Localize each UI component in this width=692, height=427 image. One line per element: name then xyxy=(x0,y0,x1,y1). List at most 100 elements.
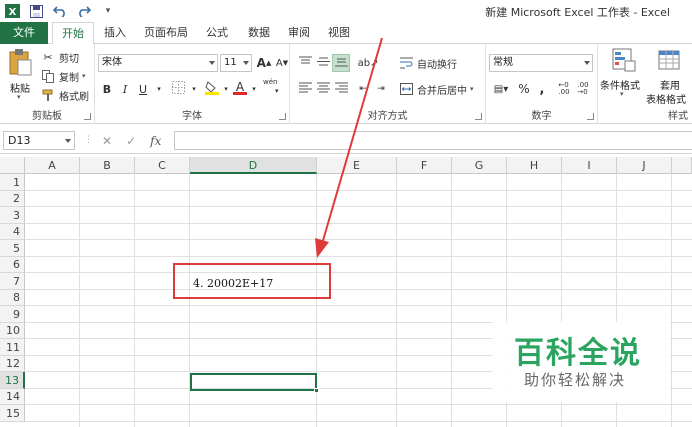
tab-formulas[interactable]: 公式 xyxy=(198,22,236,44)
underline-dropdown[interactable]: ▾ xyxy=(150,80,168,98)
row-header-3[interactable]: 3 xyxy=(0,207,25,224)
column-header-overflow xyxy=(672,157,692,174)
comma-icon: , xyxy=(539,81,545,97)
tab-file[interactable]: 文件 xyxy=(0,22,48,44)
redo-icon[interactable] xyxy=(76,3,92,19)
fill-handle[interactable] xyxy=(314,388,319,393)
alignment-launcher-icon[interactable] xyxy=(475,113,482,120)
row-header-4[interactable]: 4 xyxy=(0,224,25,240)
font-size-select[interactable]: 11 xyxy=(220,54,252,72)
increase-font-size-button[interactable]: A ▲ xyxy=(255,54,273,72)
column-header-e[interactable]: E xyxy=(317,157,397,174)
row-header-5[interactable]: 5 xyxy=(0,240,25,257)
tab-view[interactable]: 视图 xyxy=(320,22,358,44)
column-header-g[interactable]: G xyxy=(452,157,507,174)
decrease-indent-button[interactable]: ⇤ xyxy=(354,80,372,98)
copy-icon xyxy=(40,68,56,84)
tab-data[interactable]: 数据 xyxy=(240,22,278,44)
increase-decimal-button[interactable]: ←0.00 xyxy=(555,80,573,98)
row-header-14[interactable]: 14 xyxy=(0,389,25,405)
italic-button[interactable]: I xyxy=(116,80,134,98)
comma-style-button[interactable]: , xyxy=(533,80,551,98)
column-header-d[interactable]: D xyxy=(190,157,317,174)
row-header-1[interactable]: 1 xyxy=(0,174,25,191)
clipboard-launcher-icon[interactable] xyxy=(84,113,91,120)
row-header-11[interactable]: 11 xyxy=(0,339,25,356)
align-top-button[interactable] xyxy=(296,54,314,72)
cancel-icon[interactable]: ✕ xyxy=(102,134,112,148)
number-group: 常规 ▤▾ % , ←0.00 .00 →0 数字 xyxy=(486,44,598,124)
format-painter-button[interactable]: 格式刷 xyxy=(40,86,89,104)
column-header-b[interactable]: B xyxy=(80,157,135,174)
annotation-box xyxy=(173,263,331,299)
row-header-8[interactable]: 8 xyxy=(0,290,25,306)
bold-button[interactable]: B xyxy=(98,80,116,98)
save-icon[interactable] xyxy=(28,3,44,19)
column-header-a[interactable]: A xyxy=(25,157,80,174)
column-header-c[interactable]: C xyxy=(135,157,190,174)
ribbon-tabs: 文件 开始 插入 页面布局 公式 数据 审阅 视图 xyxy=(0,22,692,45)
increase-indent-icon: ⇥ xyxy=(377,84,385,94)
align-left-button[interactable] xyxy=(296,80,314,98)
tab-insert[interactable]: 插入 xyxy=(96,22,134,44)
chevron-down-icon: ▾ xyxy=(252,85,256,93)
customize-icon[interactable]: ▾ xyxy=(100,3,116,19)
conditional-formatting-button[interactable]: 条件格式 ▾ xyxy=(600,48,646,102)
scissors-icon: ✂ xyxy=(43,50,53,64)
tab-home[interactable]: 开始 xyxy=(52,22,94,45)
increase-indent-button[interactable]: ⇥ xyxy=(372,80,390,98)
tab-review[interactable]: 审阅 xyxy=(281,22,317,44)
row-header-13[interactable]: 13 xyxy=(0,372,25,389)
format-as-table-button[interactable]: 套用 表格格式 xyxy=(646,48,692,106)
selected-cell-d13[interactable] xyxy=(190,373,319,393)
align-bottom-button[interactable] xyxy=(332,54,350,72)
row-header-2[interactable]: 2 xyxy=(0,191,25,207)
merge-center-button[interactable]: 合并后居中 ▾ xyxy=(398,80,474,98)
align-center-button[interactable] xyxy=(314,80,332,98)
font-launcher-icon[interactable] xyxy=(279,113,286,120)
formula-input[interactable] xyxy=(174,131,692,150)
percent-style-button[interactable]: % xyxy=(515,80,533,98)
align-right-button[interactable] xyxy=(332,80,350,98)
insert-function-icon[interactable]: fx xyxy=(150,134,161,148)
wrap-text-button[interactable]: 自动换行 xyxy=(398,54,457,72)
accounting-format-button[interactable]: ▤▾ xyxy=(489,80,513,98)
phonetic-icon: wén xyxy=(263,78,278,86)
align-middle-button[interactable] xyxy=(314,54,332,72)
borders-dropdown[interactable]: ▾ xyxy=(185,80,203,98)
column-header-f[interactable]: F xyxy=(397,157,452,174)
merge-center-label: 合并后居中 xyxy=(417,85,467,97)
row-header-15[interactable]: 15 xyxy=(0,405,25,422)
cut-button[interactable]: ✂ 剪切 xyxy=(40,48,79,66)
paste-button[interactable]: 粘贴 ▾ xyxy=(4,48,36,101)
row-header-10[interactable]: 10 xyxy=(0,323,25,339)
column-header-i[interactable]: I xyxy=(562,157,617,174)
column-header-j[interactable]: J xyxy=(617,157,672,174)
gridline-vertical xyxy=(396,174,397,427)
conditional-formatting-icon xyxy=(612,48,636,75)
font-name-select[interactable]: 宋体 xyxy=(98,54,218,72)
phonetic-guide-button[interactable]: wén ▾ xyxy=(261,78,281,96)
paste-icon xyxy=(8,48,32,79)
orientation-button[interactable]: ab↗ xyxy=(356,54,380,72)
name-box[interactable]: D13 xyxy=(3,131,75,150)
column-header-h[interactable]: H xyxy=(507,157,562,174)
row-header-6[interactable]: 6 xyxy=(0,257,25,273)
row-header-7[interactable]: 7 xyxy=(0,273,25,290)
number-format-select[interactable]: 常规 xyxy=(489,54,593,72)
row-header-12[interactable]: 12 xyxy=(0,356,25,372)
align-left-icon xyxy=(298,82,312,96)
align-right-icon xyxy=(334,82,348,96)
undo-icon[interactable] xyxy=(52,3,68,19)
row-header-9[interactable]: 9 xyxy=(0,306,25,323)
gridline-horizontal xyxy=(25,404,692,405)
styles-group-label: 样式 xyxy=(668,111,688,122)
tab-page-layout[interactable]: 页面布局 xyxy=(137,22,195,44)
select-all-corner[interactable] xyxy=(0,157,25,174)
copy-button[interactable]: 复制 ▾ xyxy=(40,67,86,85)
decrease-font-size-button[interactable]: A ▼ xyxy=(273,54,291,72)
decrease-decimal-button[interactable]: .00 →0 xyxy=(574,80,592,98)
copy-label: 复制 xyxy=(59,72,79,84)
enter-icon[interactable]: ✓ xyxy=(126,134,136,148)
number-launcher-icon[interactable] xyxy=(587,113,594,120)
